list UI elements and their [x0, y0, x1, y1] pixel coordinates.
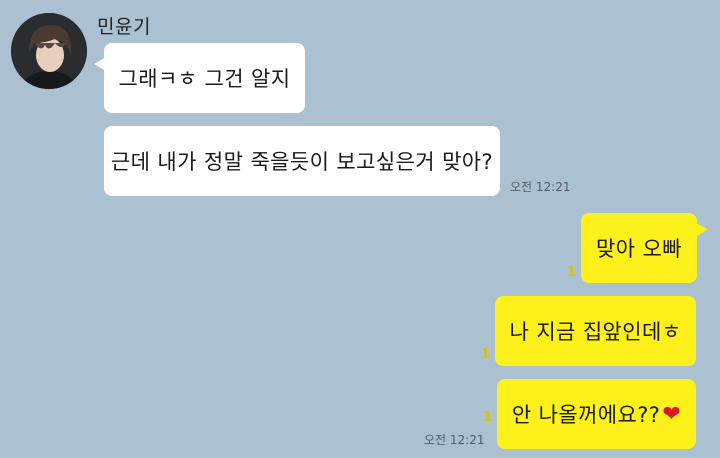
- sender-avatar[interactable]: [11, 13, 87, 89]
- incoming-message-bubble[interactable]: 그래ㅋㅎ 그건 알지: [94, 43, 305, 113]
- message-text: 맞아 오빠: [596, 237, 682, 261]
- unread-count: 1: [483, 410, 493, 425]
- message-text: 안 나올꺼에요??: [511, 403, 661, 427]
- message-text: 나 지금 집앞인데ㅎ: [509, 320, 682, 344]
- message-timestamp: 오전 12:21: [424, 433, 485, 447]
- bubble-tail: [94, 57, 106, 71]
- heart-icon: ❤: [662, 401, 682, 427]
- profile-photo-icon: [11, 13, 87, 89]
- message-text: 근데 내가 정말 죽을듯이 보고싶은거 맞아?: [110, 150, 494, 174]
- message-timestamp: 오전 12:21: [510, 180, 571, 194]
- outgoing-message-bubble[interactable]: 나 지금 집앞인데ㅎ: [495, 296, 696, 366]
- bubble-tail: [696, 223, 708, 237]
- outgoing-message-bubble[interactable]: 안 나올꺼에요?? ❤: [497, 379, 696, 449]
- outgoing-message-bubble[interactable]: 맞아 오빠: [581, 213, 708, 283]
- sender-name: 민윤기: [97, 16, 151, 38]
- unread-count: 1: [567, 265, 577, 280]
- message-text: 그래ㅋㅎ 그건 알지: [118, 67, 291, 91]
- unread-count: 1: [481, 347, 491, 362]
- incoming-message-bubble[interactable]: 근데 내가 정말 죽을듯이 보고싶은거 맞아?: [104, 126, 500, 196]
